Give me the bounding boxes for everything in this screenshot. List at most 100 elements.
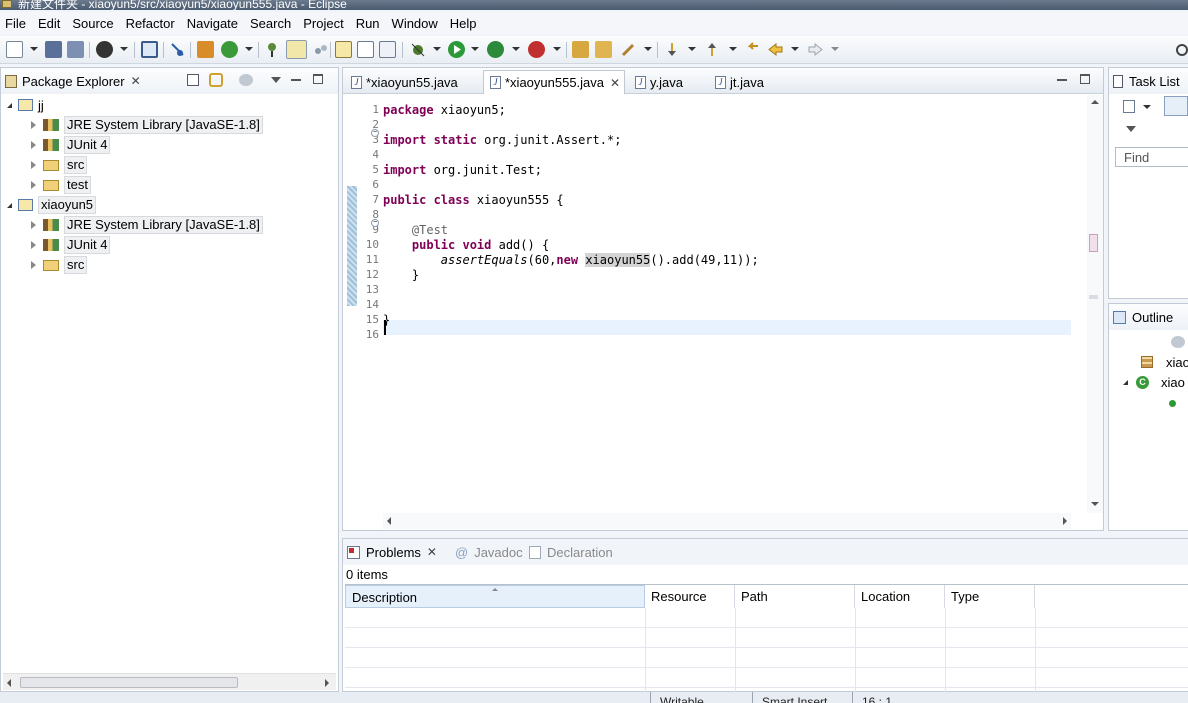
editor-horizontal-scrollbar[interactable] — [383, 513, 1071, 529]
back-dropdown-icon[interactable] — [791, 47, 799, 51]
menu-search[interactable]: Search — [245, 16, 298, 31]
console-icon[interactable] — [141, 41, 158, 58]
tab-declaration[interactable]: Declaration — [529, 540, 613, 564]
collapsed-twisty-icon[interactable] — [31, 261, 36, 269]
expanded-twisty-icon[interactable] — [7, 202, 12, 208]
menu-source[interactable]: Source — [67, 16, 120, 31]
search-dropdown-icon[interactable] — [644, 47, 652, 51]
collapsed-twisty-icon[interactable] — [31, 121, 36, 129]
coverage-dropdown-icon[interactable] — [512, 47, 520, 51]
last-edit-icon[interactable] — [744, 41, 761, 58]
outline-item-class[interactable]: C xiao — [1123, 372, 1185, 392]
coverage-icon[interactable] — [487, 41, 504, 58]
scroll-up-icon[interactable] — [1091, 100, 1099, 104]
tab-xiaoyun555[interactable]: J *xiaoyun555.java ✕ — [483, 70, 626, 94]
toggle-mark-occurrences-icon[interactable] — [286, 40, 307, 59]
run-icon[interactable] — [448, 41, 465, 58]
menu-project[interactable]: Project — [298, 16, 350, 31]
find-input[interactable]: Find — [1115, 147, 1188, 167]
next-edit-icon[interactable] — [664, 41, 681, 58]
tab-problems[interactable]: Problems ✕ — [347, 540, 437, 564]
debug-icon[interactable] — [410, 41, 427, 58]
show-whitespace-icon[interactable] — [357, 41, 374, 58]
next-annotation-icon[interactable] — [335, 41, 352, 58]
tree-item-project-xiaoyun5[interactable]: xiaoyun5 — [7, 195, 97, 215]
tree-item-junit[interactable]: JUnit 4 — [31, 235, 111, 255]
menu-file[interactable]: File — [0, 16, 33, 31]
prev-edit-dropdown-icon[interactable] — [729, 47, 737, 51]
scroll-thumb[interactable] — [20, 677, 238, 688]
minimize-icon[interactable] — [291, 76, 301, 81]
forward-icon[interactable] — [807, 41, 824, 58]
menu-run[interactable]: Run — [351, 16, 387, 31]
open-folder-icon[interactable] — [572, 41, 589, 58]
scroll-left-icon[interactable] — [7, 679, 11, 687]
save-all-icon[interactable] — [67, 41, 84, 58]
search-tool-icon[interactable] — [620, 41, 637, 58]
column-header-description[interactable]: Description — [345, 585, 645, 608]
profile-dropdown-icon[interactable] — [120, 47, 128, 51]
paragraph-icon[interactable] — [379, 41, 396, 58]
tree-item-test[interactable]: test — [31, 175, 91, 195]
tree-item-src[interactable]: src — [31, 155, 88, 175]
external-tools-dropdown-icon[interactable] — [553, 47, 561, 51]
scroll-left-icon[interactable] — [387, 517, 391, 525]
maximize-icon[interactable] — [313, 74, 323, 84]
next-edit-dropdown-icon[interactable] — [688, 47, 696, 51]
new-dropdown-icon[interactable] — [30, 47, 38, 51]
categorized-icon[interactable] — [1164, 96, 1188, 116]
prev-edit-icon[interactable] — [704, 41, 721, 58]
toggle-block-icon[interactable] — [312, 41, 329, 58]
collapsed-twisty-icon[interactable] — [31, 181, 36, 189]
close-tab-icon[interactable]: ✕ — [610, 76, 620, 90]
open-type-icon[interactable] — [264, 41, 281, 58]
collapsed-twisty-icon[interactable] — [31, 161, 36, 169]
scroll-right-icon[interactable] — [325, 679, 329, 687]
tree-item-project-jj[interactable]: jj — [7, 95, 44, 115]
quick-access-search-icon[interactable] — [1176, 44, 1188, 56]
fold-toggle-icon[interactable]: − — [371, 129, 379, 137]
filter-icon[interactable] — [239, 74, 253, 86]
view-menu-icon[interactable] — [271, 77, 281, 83]
minimize-icon[interactable] — [1057, 76, 1067, 81]
profile-icon[interactable] — [96, 41, 113, 58]
menu-window[interactable]: Window — [387, 16, 445, 31]
run-dropdown-icon[interactable] — [471, 47, 479, 51]
tree-item-src[interactable]: src — [31, 255, 88, 275]
column-header-location[interactable]: Location — [855, 585, 945, 608]
outline-item-package[interactable]: xiao — [1141, 352, 1188, 372]
collapsed-twisty-icon[interactable] — [31, 221, 36, 229]
package-explorer-tab[interactable]: Package Explorer ✕ — [5, 69, 141, 93]
open-folder-alt-icon[interactable] — [595, 41, 612, 58]
view-menu-icon[interactable] — [1126, 126, 1136, 132]
fold-toggle-icon[interactable]: − — [371, 219, 379, 227]
collapsed-twisty-icon[interactable] — [31, 141, 36, 149]
close-icon[interactable]: ✕ — [427, 545, 437, 559]
forward-dropdown-icon[interactable] — [831, 47, 839, 51]
maximize-icon[interactable] — [1080, 74, 1090, 84]
scroll-down-icon[interactable] — [1091, 502, 1099, 506]
column-header-resource[interactable]: Resource — [645, 585, 735, 608]
debug-dropdown-icon[interactable] — [433, 47, 441, 51]
collapsed-twisty-icon[interactable] — [31, 241, 36, 249]
link-editor-icon[interactable] — [209, 73, 223, 87]
scroll-right-icon[interactable] — [1063, 517, 1067, 525]
horizontal-scrollbar[interactable] — [3, 673, 336, 690]
new-class-icon[interactable] — [221, 41, 238, 58]
tree-item-jre-library[interactable]: JRE System Library [JavaSE-1.8] — [31, 115, 263, 135]
new-task-dropdown-icon[interactable] — [1143, 105, 1151, 109]
close-icon[interactable]: ✕ — [131, 74, 141, 88]
tree-item-jre-library[interactable]: JRE System Library [JavaSE-1.8] — [31, 215, 263, 235]
skip-breakpoints-icon[interactable] — [169, 41, 186, 58]
tab-y[interactable]: J y.java — [631, 70, 713, 94]
editor-vertical-scrollbar[interactable] — [1087, 95, 1103, 513]
new-class-dropdown-icon[interactable] — [245, 47, 253, 51]
external-tools-icon[interactable] — [528, 41, 545, 58]
collapse-all-icon[interactable] — [187, 74, 199, 86]
task-list-tab[interactable]: Task List — [1113, 69, 1180, 93]
back-icon[interactable] — [767, 41, 784, 58]
new-task-icon[interactable] — [1123, 100, 1135, 113]
code-editor[interactable]: package xiaoyun5; import static org.juni… — [383, 95, 1071, 515]
outline-tab[interactable]: Outline — [1113, 305, 1173, 329]
tab-jt[interactable]: J jt.java — [715, 70, 794, 94]
